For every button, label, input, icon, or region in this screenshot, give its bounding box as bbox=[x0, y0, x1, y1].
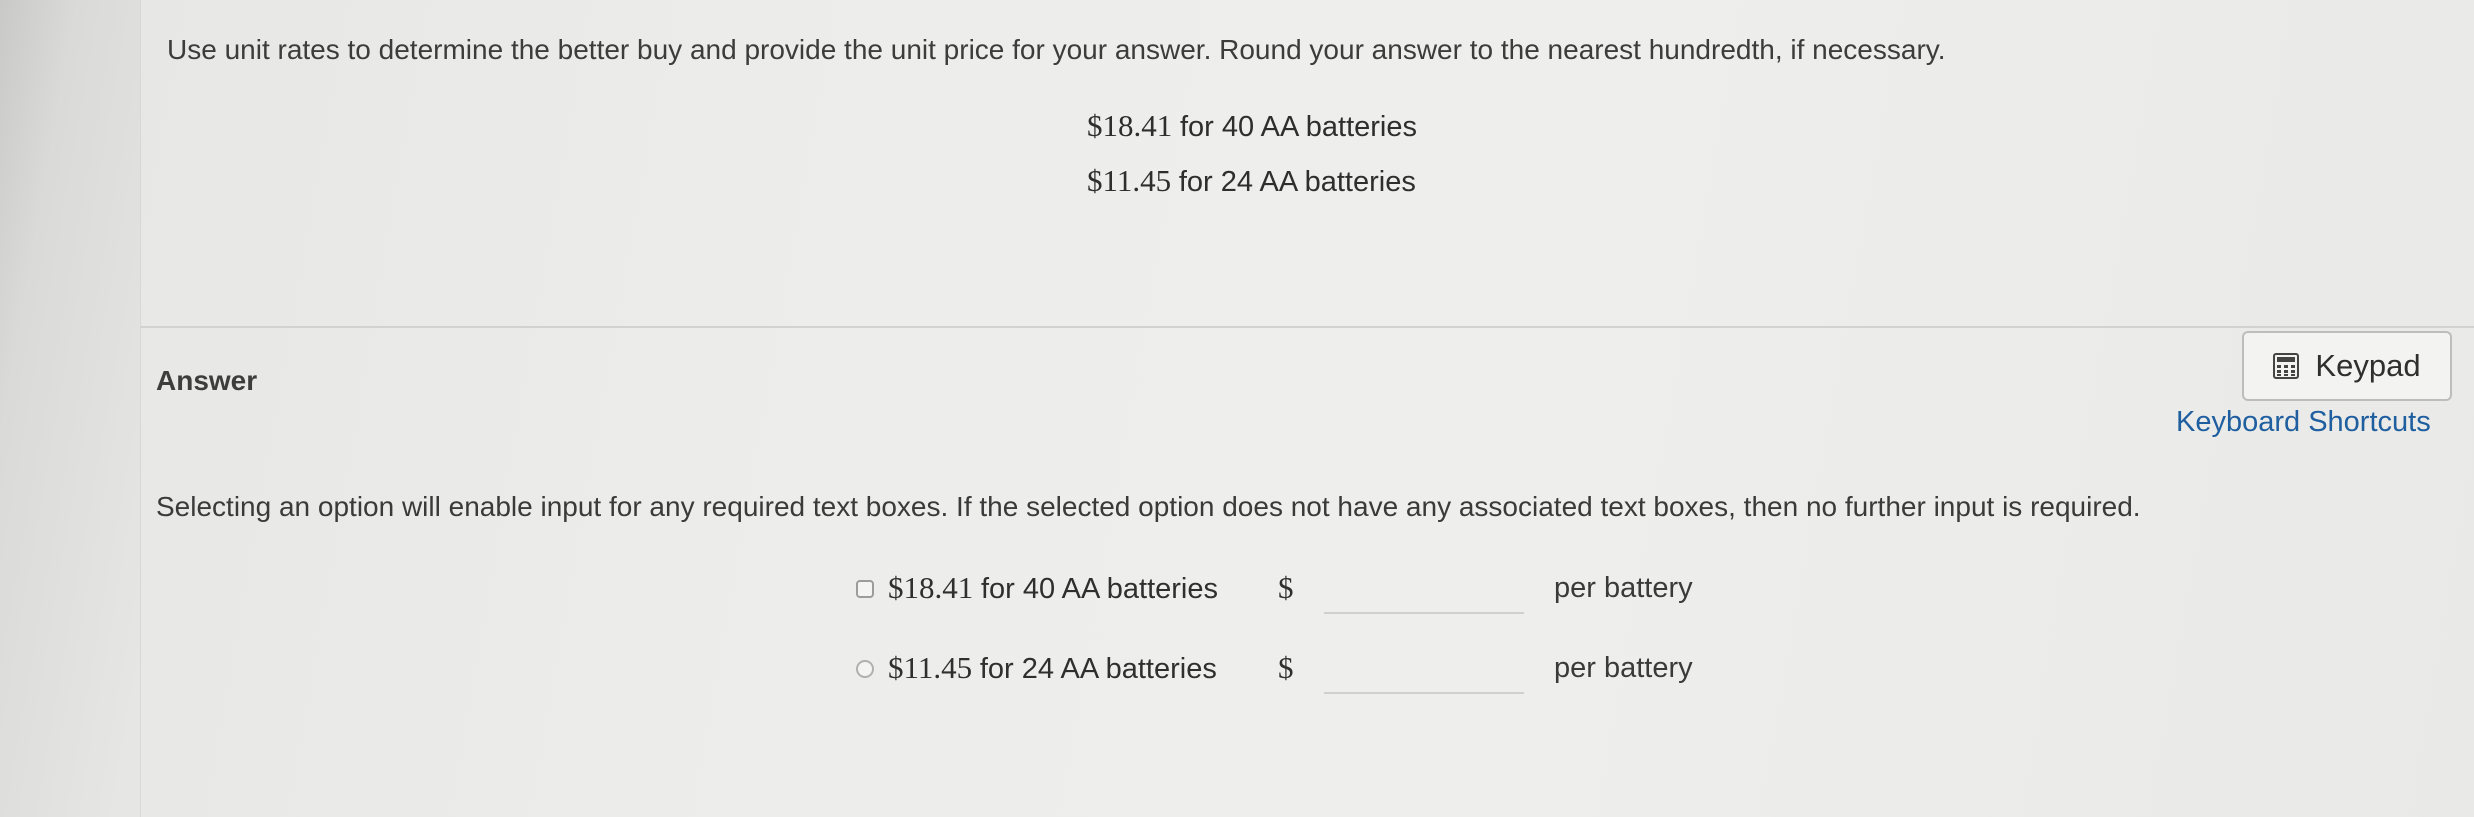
keyboard-shortcuts-link[interactable]: Keyboard Shortcuts bbox=[2176, 406, 2431, 439]
answer-option-2[interactable]: $11.45 for 24 AA batteries $ per battery bbox=[850, 648, 1750, 698]
offer-1: $18.41 for 40 AA batteries bbox=[1087, 108, 1417, 144]
selection-note: Selecting an option will enable input fo… bbox=[156, 491, 2141, 522]
option-2-unit-price-input[interactable] bbox=[1324, 648, 1524, 694]
keypad-label: Keypad bbox=[2315, 348, 2421, 383]
offer-2-price: $11.45 bbox=[1087, 163, 1172, 198]
option-1-label[interactable]: $18.41 for 40 AA batteries bbox=[888, 570, 1218, 606]
calculator-icon bbox=[2273, 353, 2300, 379]
question-instruction: Use unit rates to determine the better b… bbox=[167, 34, 1946, 65]
option-1-currency: $ bbox=[1278, 570, 1294, 605]
option-1-radio[interactable] bbox=[856, 580, 874, 598]
option-1-desc: for 40 AA batteries bbox=[981, 573, 1218, 605]
section-divider bbox=[140, 326, 2474, 328]
option-2-price: $11.45 bbox=[888, 650, 973, 685]
answer-heading: Answer bbox=[156, 365, 258, 396]
keypad-button[interactable]: Keypad bbox=[2242, 331, 2452, 401]
option-2-currency: $ bbox=[1278, 650, 1294, 685]
option-2-per-label: per battery bbox=[1554, 652, 1693, 684]
option-1-per-label: per battery bbox=[1554, 572, 1693, 604]
offer-1-desc: for 40 AA batteries bbox=[1180, 111, 1417, 143]
offer-2: $11.45 for 24 AA batteries bbox=[1087, 163, 1416, 199]
offer-1-price: $18.41 bbox=[1087, 108, 1173, 143]
option-1-price: $18.41 bbox=[888, 570, 974, 605]
offer-2-desc: for 24 AA batteries bbox=[1178, 166, 1416, 198]
answer-option-1[interactable]: $18.41 for 40 AA batteries $ per battery bbox=[850, 568, 1750, 618]
option-2-desc: for 24 AA batteries bbox=[979, 653, 1217, 685]
option-2-radio[interactable] bbox=[856, 660, 874, 678]
option-2-label[interactable]: $11.45 for 24 AA batteries bbox=[888, 650, 1217, 686]
option-1-unit-price-input[interactable] bbox=[1324, 568, 1524, 614]
